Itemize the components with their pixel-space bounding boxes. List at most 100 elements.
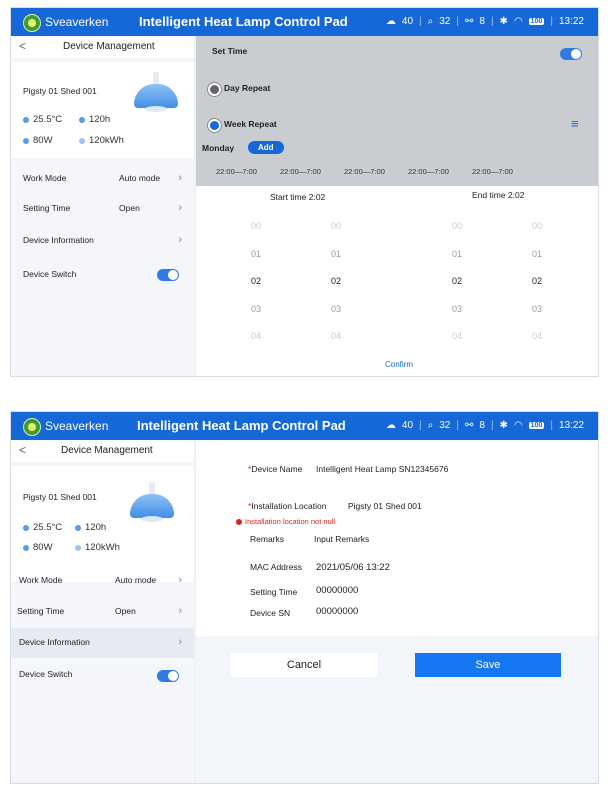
end-hour-wheel[interactable]: 00 01 02 03 04 bbox=[442, 213, 472, 351]
lamp-icon bbox=[129, 482, 175, 532]
chevron-right-icon: › bbox=[178, 234, 182, 246]
chevron-right-icon: › bbox=[178, 636, 182, 648]
stat-value: 32 bbox=[439, 16, 451, 27]
work-mode-item[interactable]: Work Mode Auto mode › bbox=[11, 164, 194, 194]
stat-value: 8 bbox=[479, 420, 485, 431]
set-time-toggle[interactable] bbox=[560, 48, 582, 60]
week-repeat-label: Week Repeat bbox=[224, 119, 277, 129]
segment-chip[interactable]: 22:00—7:00 bbox=[344, 167, 385, 176]
power-stat: 80W bbox=[23, 542, 53, 553]
top-bar: Sveaverken Intelligent Heat Lamp Control… bbox=[11, 412, 598, 440]
temperature-stat: 25.5°C bbox=[23, 522, 62, 533]
device-switch-item: Device Switch bbox=[11, 660, 194, 690]
sidebar-header: < Device Management bbox=[11, 440, 194, 462]
temperature-stat: 25.5°C bbox=[23, 114, 62, 125]
device-information-item[interactable]: Device Information › bbox=[11, 226, 194, 256]
segment-chip[interactable]: 22:00—7:00 bbox=[472, 167, 513, 176]
segment-chip[interactable]: 22:00—7:00 bbox=[216, 167, 257, 176]
setting-time-item[interactable]: Setting Time Open › bbox=[11, 194, 194, 224]
installation-location-field[interactable]: Pigsty 01 Shed 001 bbox=[348, 501, 422, 511]
energy-stat: 120kWh bbox=[79, 135, 124, 146]
hours-stat: 120h bbox=[79, 114, 110, 125]
link-icon: ⚯ bbox=[464, 16, 474, 27]
device-name-field[interactable]: Intelligent Heat Lamp SN12345676 bbox=[316, 464, 448, 474]
setting-time-value: 00000000 bbox=[316, 585, 359, 596]
set-time-screen: Sveaverken Intelligent Heat Lamp Control… bbox=[10, 7, 599, 377]
stat-value: 8 bbox=[479, 16, 485, 27]
time-segments: 22:00—7:00 22:00—7:00 22:00—7:00 22:00—7… bbox=[196, 167, 598, 181]
chevron-right-icon: › bbox=[178, 605, 182, 617]
sidebar: < Device Management Pigsty 01 Shed 001 2… bbox=[11, 36, 194, 376]
start-minute-wheel[interactable]: 00 01 02 03 04 bbox=[321, 213, 351, 351]
wifi-icon: ◠ bbox=[513, 16, 523, 27]
top-bar: Sveaverken Intelligent Heat Lamp Control… bbox=[11, 8, 598, 36]
chevron-right-icon: › bbox=[178, 202, 182, 214]
segment-chip[interactable]: 22:00—7:00 bbox=[408, 167, 449, 176]
sidebar-title: Device Management bbox=[63, 41, 155, 52]
brand-name: Sveaverken bbox=[45, 15, 109, 29]
installation-location-label: *Installation Location bbox=[248, 501, 327, 511]
end-minute-wheel[interactable]: 00 01 02 03 04 bbox=[522, 213, 552, 351]
day-repeat-label: Day Repeat bbox=[224, 83, 271, 93]
remarks-label: Remarks bbox=[250, 534, 285, 544]
confirm-button[interactable]: Confirm bbox=[385, 360, 413, 369]
device-sn-value: 00000000 bbox=[316, 606, 359, 617]
bluetooth-icon: ✱ bbox=[499, 420, 508, 431]
device-card: Pigsty 01 Shed 001 25.5°C 120h 80W 120kW… bbox=[11, 62, 194, 158]
app-title: Intelligent Heat Lamp Control Pad bbox=[137, 418, 346, 433]
device-sn-label: Device SN bbox=[250, 608, 291, 618]
day-repeat-radio[interactable] bbox=[208, 83, 221, 96]
mac-address-value: 2021/05/06 13:22 bbox=[316, 562, 390, 573]
form-fields: *Device Name Intelligent Heat Lamp SN123… bbox=[196, 440, 598, 636]
end-time-label: End time 2:02 bbox=[472, 190, 525, 200]
tag-icon: ⌕ bbox=[427, 420, 434, 431]
save-button[interactable]: Save bbox=[415, 653, 561, 677]
segment-chip[interactable]: 22:00—7:00 bbox=[280, 167, 321, 176]
tag-icon: ⌕ bbox=[427, 16, 434, 27]
back-button[interactable]: < bbox=[19, 443, 26, 457]
device-switch-item: Device Switch bbox=[11, 260, 194, 290]
energy-stat: 120kWh bbox=[75, 542, 120, 553]
sidebar: < Device Management Pigsty 01 Shed 001 2… bbox=[11, 440, 194, 783]
cancel-button[interactable]: Cancel bbox=[230, 653, 378, 677]
list-icon[interactable]: ≡ bbox=[571, 116, 579, 131]
back-button[interactable]: < bbox=[19, 39, 26, 53]
stat-value: 40 bbox=[401, 16, 414, 27]
clock-time: 13:22 bbox=[558, 420, 584, 431]
chevron-right-icon: › bbox=[178, 172, 182, 184]
brand-name: Sveaverken bbox=[45, 419, 109, 433]
sidebar-header: < Device Management bbox=[11, 36, 194, 58]
device-name: Pigsty 01 Shed 001 bbox=[23, 86, 97, 96]
setting-time-item[interactable]: Setting Time Open › bbox=[11, 597, 194, 627]
set-time-title: Set Time bbox=[212, 46, 248, 56]
wifi-icon: ◠ bbox=[513, 420, 523, 431]
set-time-main: Set Time Day Repeat Week Repeat ≡ Monday… bbox=[196, 36, 598, 376]
device-information-screen: Sveaverken Intelligent Heat Lamp Control… bbox=[10, 411, 599, 784]
week-repeat-radio[interactable] bbox=[208, 119, 221, 132]
device-switch-toggle[interactable] bbox=[157, 269, 179, 281]
start-hour-wheel[interactable]: 00 01 02 03 04 bbox=[241, 213, 271, 351]
device-name: Pigsty 01 Shed 001 bbox=[23, 492, 97, 502]
device-switch-toggle[interactable] bbox=[157, 670, 179, 682]
battery-icon: 100 bbox=[528, 18, 545, 25]
clock-time: 13:22 bbox=[558, 16, 584, 27]
device-name-label: *Device Name bbox=[248, 464, 303, 474]
start-time-label: Start time 2:02 bbox=[270, 192, 326, 202]
day-label: Monday bbox=[202, 143, 235, 153]
link-icon: ⚯ bbox=[464, 420, 474, 431]
device-card: Pigsty 01 Shed 001 25.5°C 120h 80W 120kW… bbox=[11, 466, 194, 582]
cloud-icon: ☁ bbox=[385, 16, 396, 27]
battery-icon: 100 bbox=[528, 422, 545, 429]
app-title: Intelligent Heat Lamp Control Pad bbox=[139, 14, 348, 29]
hours-stat: 120h bbox=[75, 522, 106, 533]
work-mode-item[interactable]: Work Mode Auto mode › bbox=[11, 566, 194, 596]
status-bar: ☁ 40 | ⌕ 32 | ⚯ 8 | ✱ ◠ 100 | 13:22 bbox=[385, 420, 584, 431]
lamp-icon bbox=[133, 72, 179, 122]
logo-icon bbox=[23, 14, 41, 32]
remarks-input[interactable]: Input Remarks bbox=[314, 534, 369, 544]
chevron-right-icon: › bbox=[178, 574, 182, 586]
add-button[interactable]: Add bbox=[248, 141, 284, 154]
cloud-icon: ☁ bbox=[385, 420, 396, 431]
status-bar: ☁ 40 | ⌕ 32 | ⚯ 8 | ✱ ◠ 100 | 13:22 bbox=[385, 16, 584, 27]
device-information-item[interactable]: Device Information › bbox=[11, 628, 194, 658]
